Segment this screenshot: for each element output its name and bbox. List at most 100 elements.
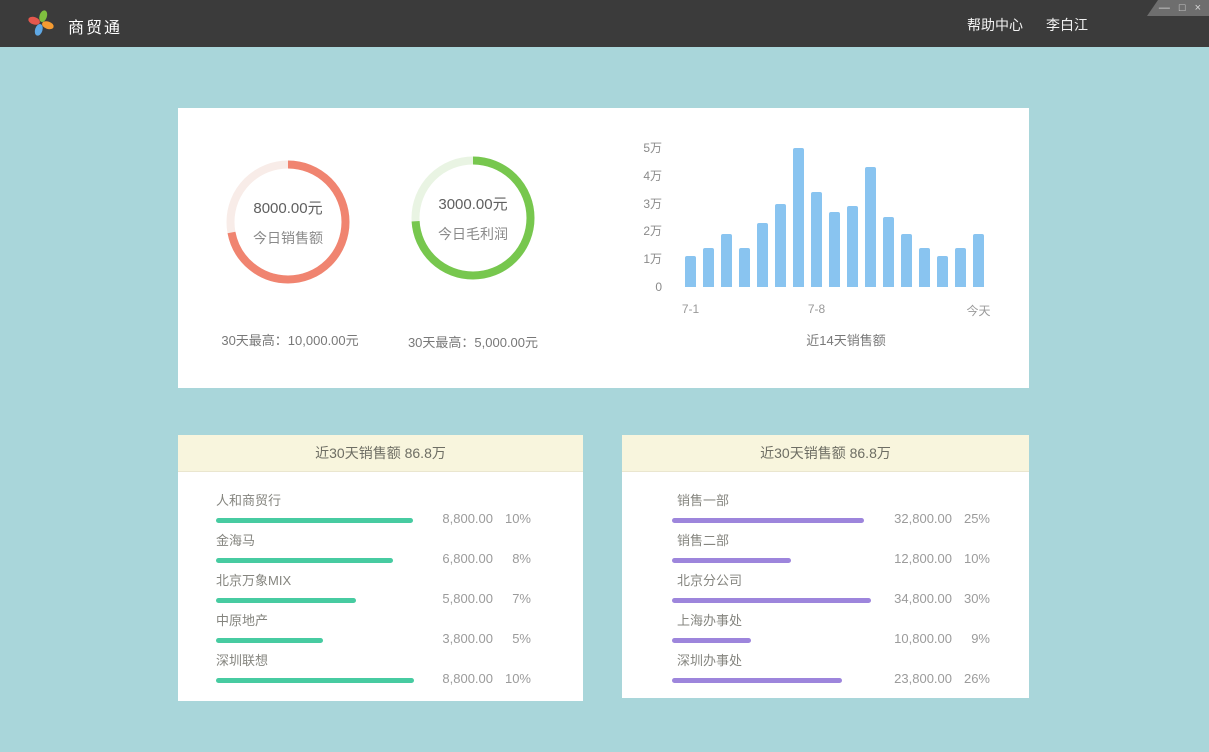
bar-chart-title: 近14天销售额 <box>696 330 996 349</box>
department-rank-rows: 销售一部 32,800.00 25%销售二部12,800.0010% 北京分公司 34,… <box>622 472 1029 683</box>
rank-row: 人和商贸行 8,800.00 10% <box>216 483 531 523</box>
rank-row-bar <box>672 558 791 563</box>
rank-row: 金海马6,800.008% <box>216 523 531 563</box>
rank-row-amount: 3,800.00 <box>431 631 493 646</box>
rank-row-amount: 32,800.00 <box>890 511 952 526</box>
daily-sales-bar <box>739 248 750 287</box>
department-rank-title: 近30天销售额 86.8万 <box>622 435 1029 472</box>
rank-row-amount: 10,800.00 <box>890 631 952 646</box>
y-tick-label: 0 <box>626 279 662 295</box>
bar-chart-y-axis: 5万4万3万2万1万0 <box>626 148 662 287</box>
rank-row-amount: 34,800.00 <box>890 591 952 606</box>
daily-sales-bar <box>793 148 804 287</box>
daily-sales-bar <box>811 192 822 287</box>
x-tick-label: 7-8 <box>808 302 825 316</box>
y-tick-label: 3万 <box>626 196 662 212</box>
overview-card: 8000.00元 今日销售额 3000.00元 今日毛利润 30天最高：10,0… <box>178 108 1029 388</box>
rank-row: 深圳联想 8,800.00 10% <box>216 643 531 683</box>
rank-row-bar <box>672 678 842 683</box>
rank-row-bar <box>216 518 413 523</box>
rank-row-bar <box>216 678 414 683</box>
rank-row-percent: 26% <box>962 671 990 686</box>
user-name-link[interactable]: 李白江 <box>1046 15 1088 35</box>
rank-row-label: 销售一部 <box>672 490 864 509</box>
rank-row-bar <box>672 518 864 523</box>
y-tick-label: 5万 <box>626 140 662 156</box>
rank-row: 销售二部12,800.0010% <box>672 523 990 563</box>
x-tick-label: 7-1 <box>682 302 699 316</box>
rank-row-percent: 30% <box>962 591 990 606</box>
rank-row-percent: 9% <box>962 631 990 646</box>
rank-row-label: 北京分公司 <box>672 570 871 589</box>
daily-sales-bar <box>955 248 966 287</box>
daily-sales-bar <box>865 167 876 287</box>
rank-row: 上海办事处 10,800.00 9% <box>672 603 990 643</box>
rank-row-percent: 10% <box>503 511 531 526</box>
rank-row-bar <box>216 638 323 643</box>
rank-row-label: 上海办事处 <box>672 610 751 629</box>
today-profit-donut: 3000.00元 今日毛利润 <box>411 156 535 280</box>
minimize-icon[interactable]: — <box>1159 1 1170 15</box>
daily-sales-bar <box>973 234 984 287</box>
bar-chart-x-axis: 7-17-8今天 <box>685 302 984 318</box>
rank-row-percent: 5% <box>503 631 531 646</box>
today-sales-donut: 8000.00元 今日销售额 <box>226 160 350 284</box>
rank-row-percent: 25% <box>962 511 990 526</box>
y-tick-label: 2万 <box>626 223 662 239</box>
rank-row-bar <box>672 638 751 643</box>
bar-chart-bars <box>685 148 984 287</box>
rank-row-percent: 10% <box>503 671 531 686</box>
rank-row: 中原地产 3,800.00 5% <box>216 603 531 643</box>
daily-sales-bar <box>937 256 948 287</box>
rank-row-amount: 8,800.00 <box>431 511 493 526</box>
rank-row: 北京分公司 34,800.00 30% <box>672 563 990 603</box>
daily-sales-bar <box>829 212 840 287</box>
app-title: 商贸通 <box>68 14 122 38</box>
rank-row-amount: 5,800.00 <box>431 591 493 606</box>
daily-sales-bar <box>847 206 858 287</box>
today-sales-value: 8000.00元 <box>253 197 322 218</box>
daily-sales-bar <box>775 204 786 287</box>
rank-row-label: 人和商贸行 <box>216 490 413 509</box>
rank-row-bar <box>672 598 871 603</box>
rank-row: 北京万象MIX 5,800.00 7% <box>216 563 531 603</box>
rank-row-bar <box>216 558 393 563</box>
customer-rank-card: 近30天销售额 86.8万 人和商贸行8,800.0010%金海马6,800.0… <box>178 435 583 701</box>
x-tick-label: 今天 <box>966 302 990 319</box>
close-icon[interactable]: × <box>1195 1 1201 15</box>
rank-row-label: 北京万象MIX <box>216 570 356 589</box>
rank-row-percent: 8% <box>503 551 531 566</box>
profit-30day-max-caption: 30天最高：5,000.00元 <box>388 332 558 351</box>
rank-row-bar <box>216 598 356 603</box>
maximize-icon[interactable]: □ <box>1179 1 1186 15</box>
pinwheel-logo-icon <box>27 9 55 37</box>
daily-sales-bar <box>901 234 912 287</box>
customer-rank-title: 近30天销售额 86.8万 <box>178 435 583 472</box>
rank-row: 深圳办事处 23,800.00 26% <box>672 643 990 683</box>
today-profit-label: 今日毛利润 <box>438 224 508 244</box>
daily-sales-bar <box>703 248 714 287</box>
customer-rank-rows: 人和商贸行8,800.0010%金海马6,800.008%北京万象MIX5,80… <box>178 472 583 683</box>
rank-row-percent: 10% <box>962 551 990 566</box>
rank-row-label: 深圳联想 <box>216 650 414 669</box>
rank-row-label: 深圳办事处 <box>672 650 842 669</box>
rank-row-label: 中原地产 <box>216 610 323 629</box>
rank-row-label: 金海马 <box>216 530 393 549</box>
daily-sales-bar <box>757 223 768 287</box>
rank-row: 销售一部 32,800.00 25% <box>672 483 990 523</box>
y-tick-label: 4万 <box>626 168 662 184</box>
rank-row-amount: 8,800.00 <box>431 671 493 686</box>
sales-30day-max-caption: 30天最高：10,000.00元 <box>205 330 375 349</box>
rank-row-label: 销售二部 <box>672 530 791 549</box>
today-profit-value: 3000.00元 <box>438 193 507 214</box>
help-center-link[interactable]: 帮助中心 <box>967 15 1023 35</box>
daily-sales-bar <box>685 256 696 287</box>
window-controls: — □ × <box>1147 0 1209 16</box>
app-title-bar: 商贸通 帮助中心 李白江 — □ × <box>0 0 1209 47</box>
y-tick-label: 1万 <box>626 251 662 267</box>
daily-sales-bar <box>883 217 894 287</box>
today-sales-label: 今日销售额 <box>253 228 323 248</box>
rank-row-amount: 23,800.00 <box>890 671 952 686</box>
rank-row-percent: 7% <box>503 591 531 606</box>
department-rank-card: 近30天销售额 86.8万 销售一部 32,800.00 25%销售二部12,800… <box>622 435 1029 698</box>
